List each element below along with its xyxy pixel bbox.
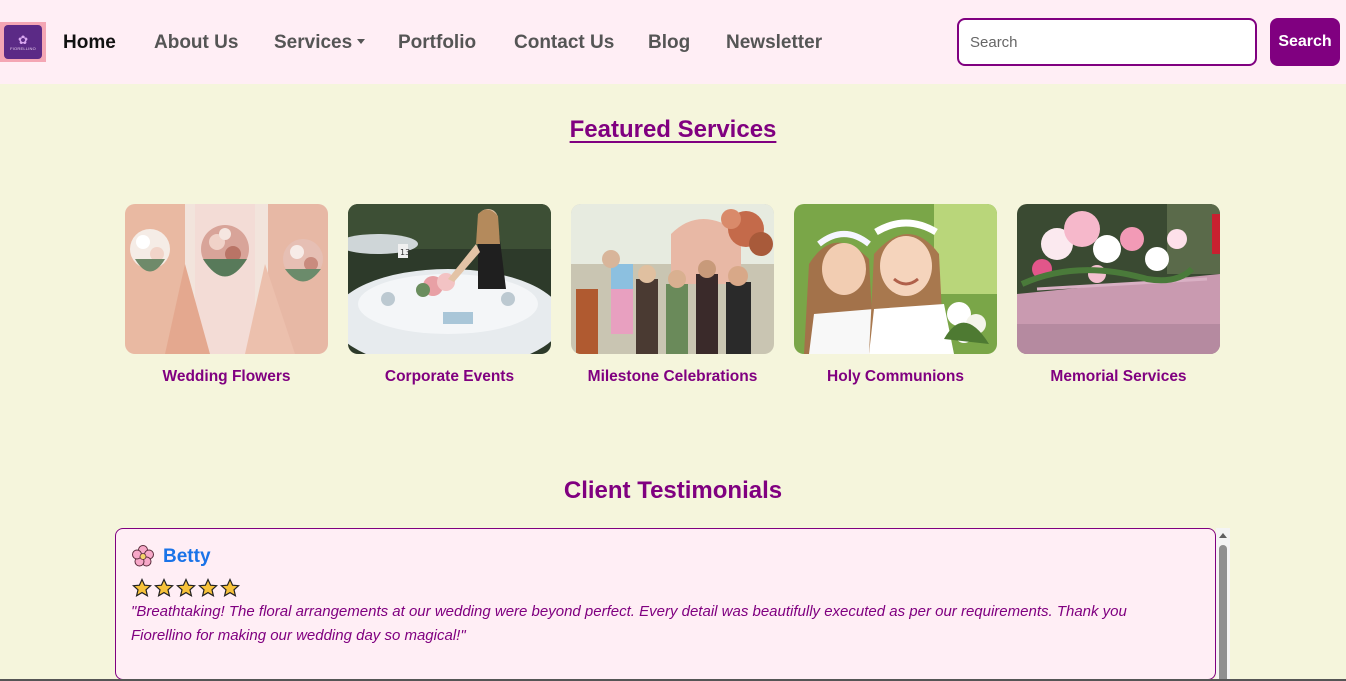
- casket-flowers-photo: [1017, 204, 1220, 354]
- service-label: Corporate Events: [384, 368, 515, 385]
- star-icon: [154, 578, 174, 598]
- nav-newsletter[interactable]: Newsletter: [726, 30, 822, 56]
- star-icon: [132, 578, 152, 598]
- scrollbar-thumb[interactable]: [1219, 545, 1227, 681]
- party-celebration-photo: [571, 204, 774, 354]
- svg-text:13: 13: [400, 248, 410, 257]
- service-card-holy-communions[interactable]: Holy Communions: [794, 204, 997, 386]
- scroll-up-arrow-icon[interactable]: [1219, 533, 1227, 538]
- girls-flower-crowns-photo: [794, 204, 997, 354]
- service-card-milestone-celebrations[interactable]: Milestone Celebrations: [571, 204, 774, 386]
- brand-logo[interactable]: ✿ FIORELLINO: [0, 22, 46, 62]
- caret-down-icon: [357, 39, 366, 44]
- star-rating: [132, 578, 240, 598]
- nav-contact-us[interactable]: Contact Us: [514, 30, 614, 56]
- star-icon: [176, 578, 196, 598]
- flower-logo-icon: ✿ FIORELLINO: [4, 25, 42, 59]
- service-card-memorial-services[interactable]: Memorial Services: [1017, 204, 1220, 386]
- cherry-blossom-icon: [132, 545, 154, 567]
- event-table-setup-photo: 13: [348, 204, 551, 354]
- service-label: Wedding Flowers: [162, 368, 291, 385]
- nav-portfolio[interactable]: Portfolio: [398, 30, 476, 56]
- nav-about-us[interactable]: About Us: [154, 30, 238, 56]
- nav-services-dropdown[interactable]: Services: [274, 30, 366, 56]
- service-card-corporate-events[interactable]: 13 Corporate Events: [348, 204, 551, 386]
- service-label: Holy Communions: [827, 368, 964, 385]
- search-button[interactable]: Search: [1270, 18, 1340, 66]
- testimonials-scrollbar[interactable]: [1216, 528, 1230, 681]
- service-label: Memorial Services: [1050, 368, 1187, 385]
- featured-services-title[interactable]: Featured Services: [0, 116, 1346, 144]
- nav-services-label: Services: [274, 32, 353, 53]
- testimonial-card: Betty "Breathtaking! The floral arrangem…: [115, 528, 1216, 680]
- testimonial-author[interactable]: Betty: [163, 545, 211, 569]
- star-icon: [198, 578, 218, 598]
- search-input[interactable]: [957, 18, 1257, 66]
- star-icon: [220, 578, 240, 598]
- nav-blog[interactable]: Blog: [648, 30, 690, 56]
- service-card-wedding-flowers[interactable]: Wedding Flowers: [125, 204, 328, 386]
- testimonial-quote: "Breathtaking! The floral arrangements a…: [131, 603, 1127, 644]
- bridesmaids-bouquets-photo: [125, 204, 328, 354]
- nav-home[interactable]: Home: [63, 30, 116, 56]
- service-label: Milestone Celebrations: [587, 368, 758, 385]
- navbar: ✿ FIORELLINO Home About Us Services Port…: [0, 0, 1346, 84]
- client-testimonials-title: Client Testimonials: [563, 477, 783, 504]
